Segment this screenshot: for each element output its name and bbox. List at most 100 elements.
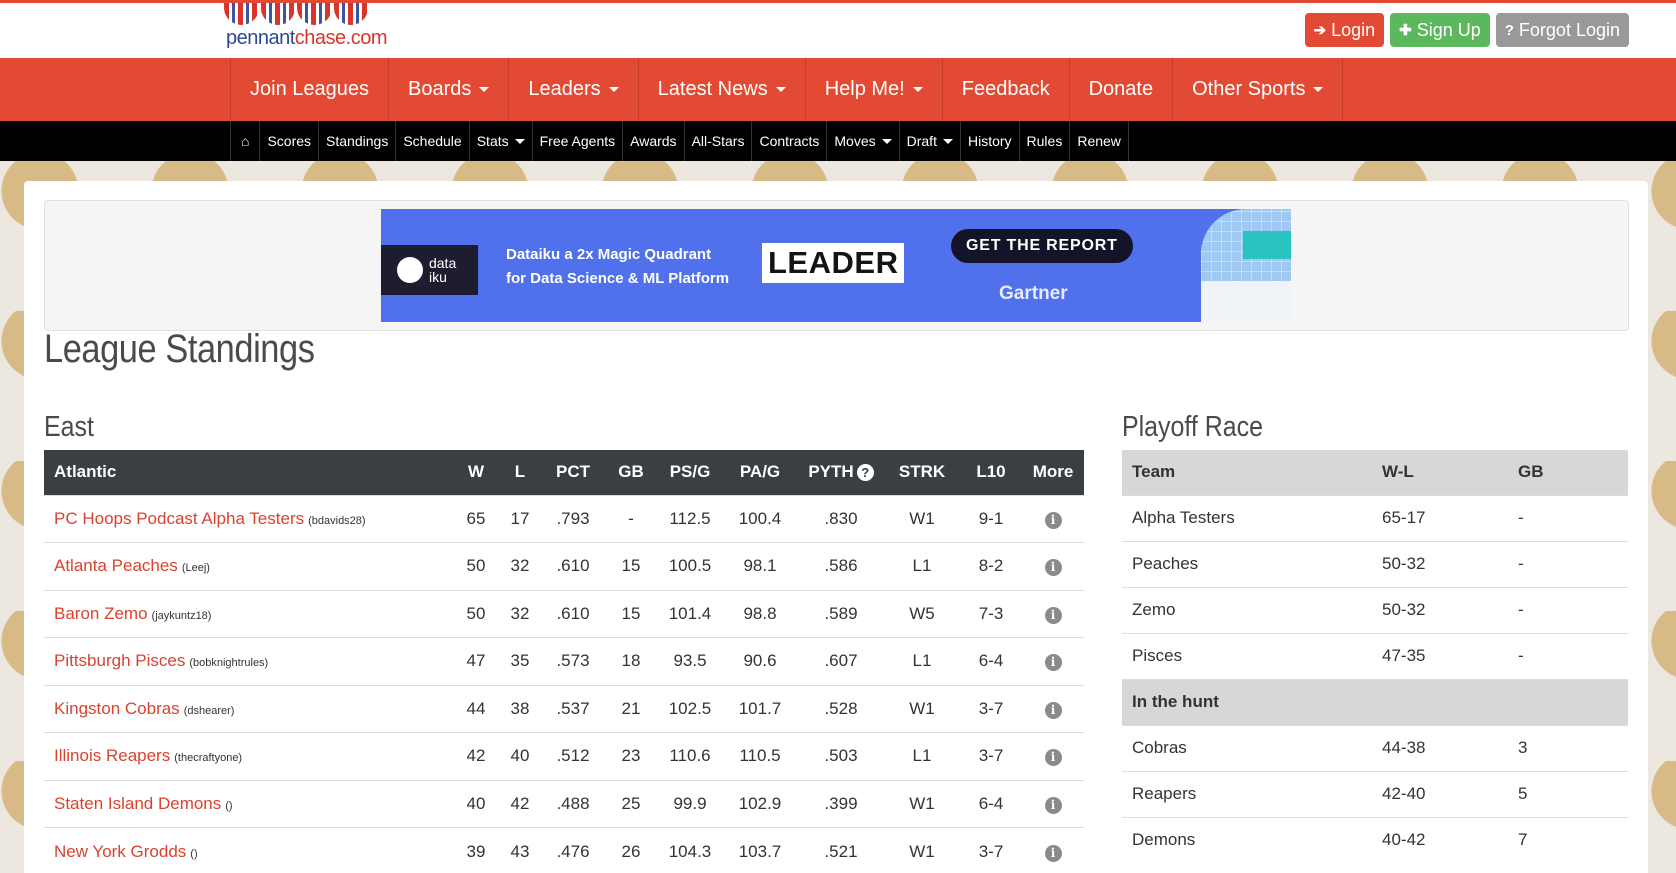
team-link[interactable]: Illinois Reapers xyxy=(54,746,170,765)
team-link[interactable]: New York Grodds xyxy=(54,842,186,861)
info-icon[interactable]: i xyxy=(1044,701,1062,719)
nav-leaders[interactable]: Leaders xyxy=(509,58,639,121)
col-label: PA/G xyxy=(739,462,781,482)
col-pa-g: PA/G xyxy=(722,450,798,495)
subnav-history[interactable]: History xyxy=(961,121,1020,161)
subnav-standings[interactable]: Standings xyxy=(319,121,397,161)
subnav-contracts[interactable]: Contracts xyxy=(752,121,828,161)
table-row: Kingston Cobras (dshearer) 44 38.537 21 102.5… xyxy=(44,684,1084,733)
ad-leader-badge: LEADER xyxy=(762,243,905,283)
auth-buttons: ➔ Login ✚ Sign Up ? Forgot Login xyxy=(1304,13,1629,47)
logo-bunting xyxy=(224,3,368,25)
nav-other-sports[interactable]: Other Sports xyxy=(1173,58,1344,121)
cell-l: 38 xyxy=(498,684,542,733)
subnav-label: Scores xyxy=(267,133,312,149)
subnav-schedule[interactable]: Schedule xyxy=(396,121,470,161)
team-link[interactable]: Baron Zemo xyxy=(54,604,148,623)
ad-cta-button[interactable]: GET THE REPORT xyxy=(951,229,1133,263)
team-cell: Illinois Reapers (thecraftyone) xyxy=(44,732,454,780)
cell-pct: .512 xyxy=(542,732,604,780)
team-link[interactable]: Atlanta Peaches xyxy=(54,556,178,575)
race-col-gb: GB xyxy=(1508,450,1628,495)
signup-label: Sign Up xyxy=(1416,19,1481,40)
subnav-renew[interactable]: Renew xyxy=(1070,121,1129,161)
col-label: STRK xyxy=(898,462,946,482)
cell-gb: 18 xyxy=(604,637,658,685)
race-cell-wl: 44-38 xyxy=(1372,724,1508,771)
team-link[interactable]: Kingston Cobras xyxy=(54,699,180,718)
nav-label: Join Leagues xyxy=(250,78,369,100)
subnav-draft[interactable]: Draft xyxy=(900,121,961,161)
cell-pag: 103.7 xyxy=(722,827,798,873)
east-division-title: East xyxy=(44,411,94,443)
race-row: Reapers 42-40 5 xyxy=(1122,770,1628,817)
table-row: New York Grodds () 39 43.476 26 104.3 103.7.52… xyxy=(44,827,1084,873)
signup-button[interactable]: ✚ Sign Up xyxy=(1390,13,1490,47)
race-cell-wl xyxy=(1372,678,1508,725)
col-label: W xyxy=(467,462,485,482)
race-cell-wl: 50-32 xyxy=(1372,540,1508,587)
info-icon[interactable]: i xyxy=(1044,844,1062,862)
more-cell: i xyxy=(1022,684,1084,733)
col-l10: L10 xyxy=(960,450,1022,495)
cell-strk: W1 xyxy=(884,779,960,828)
site-logo[interactable]: pennantchase.com xyxy=(222,3,388,61)
nav-help-me[interactable]: Help Me! xyxy=(806,58,943,121)
standings-header-row: Atlantic W L PCT GB PS/G PA/G PYTH? STRK L10 More xyxy=(44,450,1084,495)
more-cell: i xyxy=(1022,637,1084,685)
cell-psg: 100.5 xyxy=(658,542,722,590)
cell-psg: 110.6 xyxy=(658,732,722,780)
cell-psg: 112.5 xyxy=(658,494,722,543)
info-icon[interactable]: i xyxy=(1044,511,1062,529)
team-link[interactable]: Pittsburgh Pisces xyxy=(54,651,185,670)
forgot-login-button[interactable]: ? Forgot Login xyxy=(1495,13,1629,47)
subnav-awards[interactable]: Awards xyxy=(623,121,685,161)
main-nav: Join Leagues Boards Leaders Latest News Help… xyxy=(0,58,1676,121)
more-cell: i xyxy=(1022,542,1084,590)
subnav-free-agents[interactable]: Free Agents xyxy=(533,121,624,161)
race-cell-team: Pisces xyxy=(1122,632,1372,679)
cell-pyth: .607 xyxy=(798,637,884,685)
info-icon[interactable]: i xyxy=(1044,606,1062,624)
ad-banner[interactable]: data iku Dataiku a 2x Magic Quadrant for… xyxy=(381,209,1291,322)
subnav-stats[interactable]: Stats xyxy=(470,121,533,161)
home-button[interactable]: ⌂ xyxy=(231,121,261,161)
subnav-all-stars[interactable]: All-Stars xyxy=(685,121,753,161)
login-button[interactable]: ➔ Login xyxy=(1304,13,1385,47)
cell-w: 40 xyxy=(454,779,498,828)
nav-boards[interactable]: Boards xyxy=(389,58,510,121)
nav-latest-news[interactable]: Latest News xyxy=(639,58,806,121)
subnav-label: Moves xyxy=(834,133,876,149)
nav-donate[interactable]: Donate xyxy=(1070,58,1174,121)
race-cell-team: Peaches xyxy=(1122,540,1372,587)
race-header-row: Team W-L GB xyxy=(1122,450,1628,495)
nav-feedback[interactable]: Feedback xyxy=(943,58,1070,121)
cell-gb: 23 xyxy=(604,732,658,780)
cell-pyth: .830 xyxy=(798,494,884,543)
table-row: Pittsburgh Pisces (bobknightrules) 47 35.57… xyxy=(44,637,1084,685)
col-w: W xyxy=(454,450,498,495)
nav-join-leagues[interactable]: Join Leagues xyxy=(231,58,389,121)
cell-l10: 8-2 xyxy=(960,542,1022,590)
race-cell-wl: 42-40 xyxy=(1372,770,1508,817)
info-icon[interactable]: i xyxy=(1044,559,1062,577)
league-sub-nav: ⌂ Scores Standings Schedule Stats Free Agent… xyxy=(0,121,1676,161)
subnav-rules[interactable]: Rules xyxy=(1020,121,1071,161)
home-icon: ⌂ xyxy=(241,133,250,149)
team-link[interactable]: PC Hoops Podcast Alpha Testers xyxy=(54,509,304,528)
info-icon[interactable]: i xyxy=(1044,796,1062,814)
team-link[interactable]: Staten Island Demons xyxy=(54,794,221,813)
ad-artwork xyxy=(1201,209,1291,322)
col-strk: STRK xyxy=(884,450,960,495)
subnav-moves[interactable]: Moves xyxy=(827,121,900,161)
info-icon[interactable]: i xyxy=(1044,749,1062,767)
question-circle-icon[interactable]: ? xyxy=(856,464,874,482)
subnav-scores[interactable]: Scores xyxy=(260,121,320,161)
info-icon[interactable]: i xyxy=(1044,654,1062,672)
cell-pyth: .586 xyxy=(798,542,884,590)
more-cell: i xyxy=(1022,589,1084,638)
race-row: Demons 40-42 7 xyxy=(1122,816,1628,863)
cell-w: 50 xyxy=(454,542,498,590)
cell-w: 39 xyxy=(454,827,498,873)
table-row: Staten Island Demons () 40 42.488 25 99.9 102.… xyxy=(44,779,1084,828)
